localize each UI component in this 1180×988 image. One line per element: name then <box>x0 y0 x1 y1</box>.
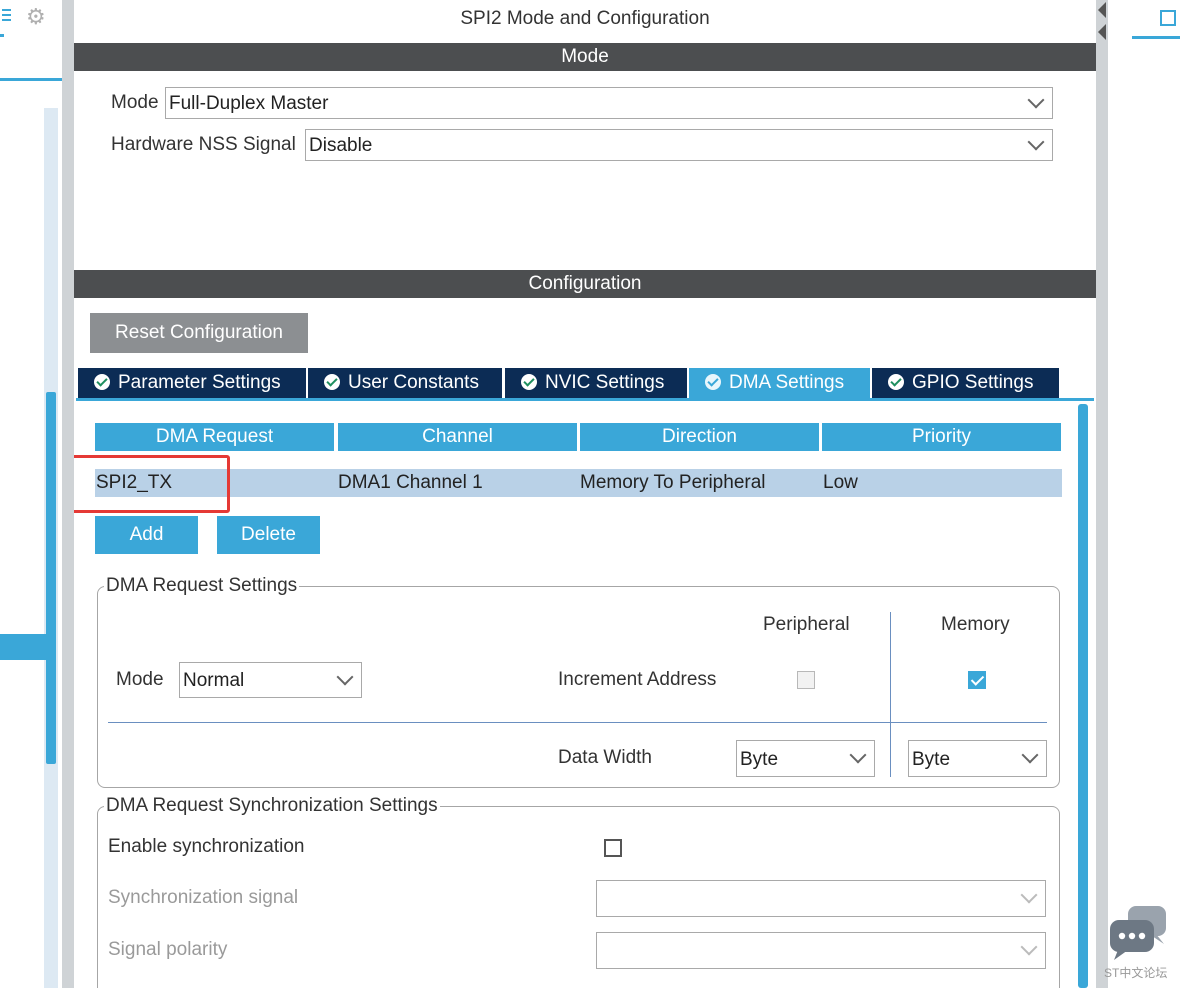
chevron-down-icon <box>1027 133 1045 151</box>
panel-splitter-right[interactable] <box>1096 0 1108 988</box>
tab-indicator <box>1132 36 1180 39</box>
chip-icon[interactable] <box>1160 10 1176 26</box>
tab-label: DMA Settings <box>729 372 845 393</box>
mode-select-value: Full-Duplex Master <box>169 93 329 114</box>
tab-label: GPIO Settings <box>912 372 1034 393</box>
check-circle-icon <box>94 374 110 390</box>
configuration-section-header: Configuration <box>74 270 1096 298</box>
nss-label: Hardware NSS Signal <box>111 134 296 155</box>
group-title: DMA Request Synchronization Settings <box>104 795 440 817</box>
chevron-down-icon <box>1027 91 1045 109</box>
group-title: DMA Request Settings <box>104 575 300 597</box>
cell-direction: Memory To Peripheral <box>580 472 766 493</box>
gear-icon[interactable]: ⚙ <box>26 6 46 28</box>
tab-label: User Constants <box>348 372 479 393</box>
reset-configuration-button[interactable]: Reset Configuration <box>90 313 308 353</box>
tab-dma-settings[interactable]: DMA Settings <box>689 368 870 398</box>
scrollbar-thumb[interactable] <box>46 392 56 764</box>
check-circle-icon <box>888 374 904 390</box>
content-scrollbar[interactable] <box>1078 404 1088 988</box>
memory-data-width-select[interactable]: Byte <box>908 740 1047 777</box>
page-title: SPI2 Mode and Configuration <box>460 8 710 29</box>
data-width-label: Data Width <box>558 747 652 768</box>
tab-label: Parameter Settings <box>118 372 281 393</box>
delete-button[interactable]: Delete <box>217 516 320 554</box>
table-row[interactable] <box>95 469 1062 497</box>
column-header-dma-request[interactable]: DMA Request <box>95 423 334 451</box>
tab-parameter-settings[interactable]: Parameter Settings <box>78 368 306 398</box>
tab-underline <box>76 398 1094 401</box>
left-panel: ⚙ <box>0 0 62 988</box>
config-panel: SPI2 Mode and Configuration Mode Mode Fu… <box>74 0 1096 988</box>
mode-label: Mode <box>111 92 159 113</box>
tab-user-constants[interactable]: User Constants <box>308 368 502 398</box>
column-header-channel[interactable]: Channel <box>338 423 577 451</box>
chat-icon <box>1102 904 1174 964</box>
collapse-arrow-icon[interactable] <box>1098 2 1106 18</box>
collapse-arrow-icon[interactable] <box>1098 24 1106 40</box>
chevron-down-icon <box>1020 886 1038 904</box>
column-divider <box>890 612 891 777</box>
mode-section-header: Mode <box>74 43 1096 71</box>
signal-polarity-select[interactable] <box>596 932 1046 969</box>
tab-indicator <box>0 34 4 37</box>
dma-mode-label: Mode <box>116 669 164 690</box>
chevron-down-icon <box>1021 746 1039 764</box>
nss-select[interactable]: Disable <box>305 129 1053 161</box>
cell-channel: DMA1 Channel 1 <box>338 472 483 493</box>
check-circle-icon <box>324 374 340 390</box>
memory-increment-checkbox[interactable] <box>968 671 986 689</box>
check-circle-icon <box>521 374 537 390</box>
peripheral-header: Peripheral <box>763 614 850 635</box>
increment-address-label: Increment Address <box>558 669 717 690</box>
check-circle-icon <box>705 374 721 390</box>
dma-mode-value: Normal <box>183 670 245 691</box>
tab-nvic-settings[interactable]: NVIC Settings <box>505 368 687 398</box>
memory-header: Memory <box>941 614 1010 635</box>
selection-marker <box>0 634 56 660</box>
nss-select-value: Disable <box>309 135 373 156</box>
column-header-priority[interactable]: Priority <box>822 423 1061 451</box>
column-header-direction[interactable]: Direction <box>580 423 819 451</box>
peripheral-data-width-select[interactable]: Byte <box>736 740 875 777</box>
mode-select[interactable]: Full-Duplex Master <box>165 87 1053 119</box>
divider <box>0 78 62 81</box>
chevron-down-icon <box>1020 938 1038 956</box>
chevron-down-icon <box>849 746 867 764</box>
panel-splitter[interactable] <box>62 0 74 988</box>
watermark: ST中文论坛 <box>1104 966 1168 980</box>
add-button[interactable]: Add <box>95 516 198 554</box>
sync-signal-select[interactable] <box>596 880 1046 917</box>
right-panel: ST中文论坛 <box>1104 0 1180 988</box>
list-icon[interactable] <box>0 6 14 28</box>
memory-width-value: Byte <box>912 749 951 770</box>
chevron-down-icon <box>336 668 354 686</box>
peripheral-width-value: Byte <box>740 749 779 770</box>
enable-sync-checkbox[interactable] <box>604 839 622 857</box>
signal-polarity-label: Signal polarity <box>108 939 228 960</box>
dma-mode-select[interactable]: Normal <box>179 662 362 698</box>
enable-sync-label: Enable synchronization <box>108 836 305 857</box>
cell-priority: Low <box>823 472 858 493</box>
peripheral-increment-checkbox[interactable] <box>797 671 815 689</box>
sync-signal-label: Synchronization signal <box>108 887 299 908</box>
tab-gpio-settings[interactable]: GPIO Settings <box>872 368 1059 398</box>
annotation-highlight-box <box>74 455 230 513</box>
row-divider <box>108 722 1047 723</box>
tab-label: NVIC Settings <box>545 372 665 393</box>
